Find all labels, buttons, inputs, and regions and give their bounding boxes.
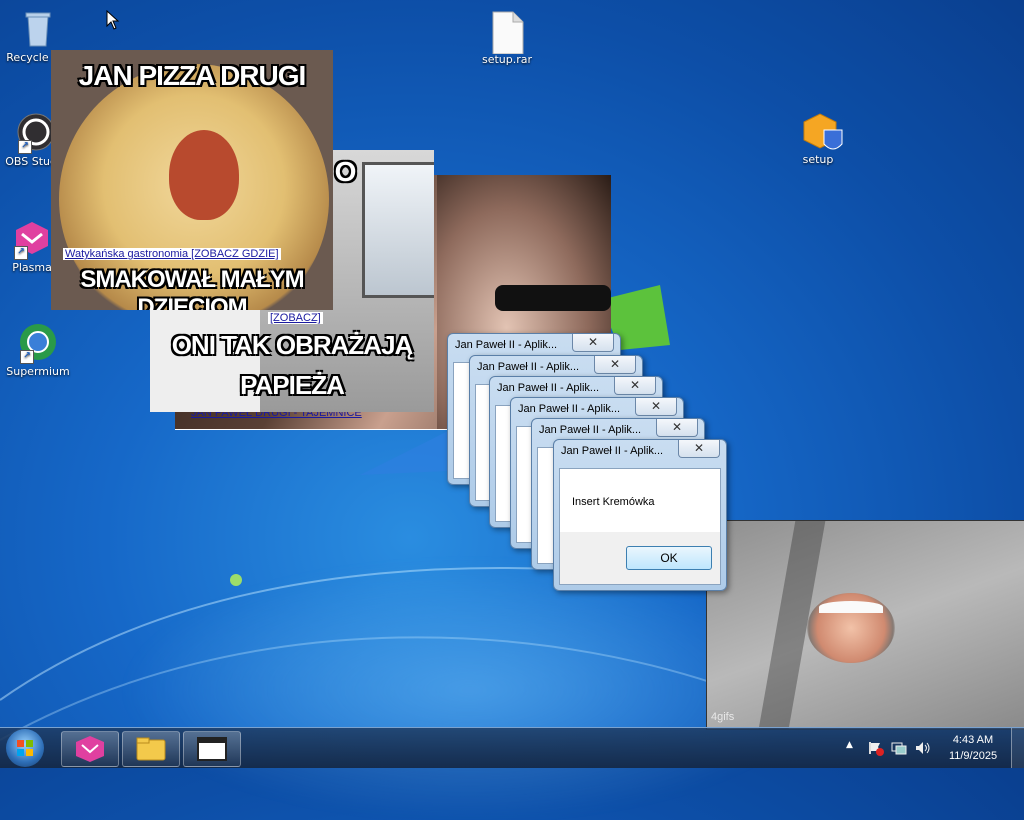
message-box-footer: OK — [560, 532, 720, 584]
message-text: Insert Kremówka — [572, 496, 655, 508]
close-button[interactable]: ✕ — [656, 419, 698, 437]
message-box-title: Jan Paweł II - Aplik... — [477, 361, 580, 373]
obs-icon: ↗ — [16, 112, 56, 154]
meme-pizza-top-text: JAN PIZZA DRUGI — [78, 60, 307, 91]
taskbar-plasma-button[interactable] — [61, 731, 119, 767]
folder-icon — [136, 737, 166, 761]
meme-pizza-bottom-text: SMAKOWAŁ MAŁYM DZIECIOM — [80, 266, 304, 310]
taskbar-explorer-button[interactable] — [122, 731, 180, 767]
windows-logo-icon — [17, 740, 33, 756]
plasma-icon: ↗ — [12, 218, 52, 260]
tray-overflow-arrow[interactable]: ▲ — [846, 740, 853, 750]
close-icon: ✕ — [609, 357, 621, 371]
shortcut-arrow-icon: ↗ — [20, 350, 34, 364]
meme-window-gif[interactable]: 4gifs — [706, 520, 1024, 730]
clock[interactable]: 4:43 AM 11/9/2025 — [944, 732, 1002, 764]
setup-exe-file[interactable]: setup — [782, 110, 854, 166]
installer-shield-icon — [798, 110, 843, 150]
plasma-icon — [76, 736, 104, 762]
show-desktop-button[interactable] — [1011, 728, 1024, 768]
mouse-cursor-icon — [106, 10, 120, 30]
close-button[interactable]: ✕ — [594, 356, 636, 374]
file-icon — [487, 10, 527, 55]
message-box-front[interactable]: Jan Paweł II - Aplik... ✕ Insert Kremówk… — [553, 439, 727, 591]
meme-window-pizza[interactable]: JAN PIZZA DRUGI Watykańska gastronomia [… — [51, 50, 333, 310]
taskbar-window-button[interactable] — [183, 731, 241, 767]
computer-monitor-image — [362, 162, 434, 298]
setup-rar-label: setup.rar — [481, 53, 533, 66]
meme-computer-link[interactable]: [ZOBACZ] — [268, 312, 323, 324]
setup-label: setup — [802, 153, 834, 166]
start-button[interactable] — [6, 729, 44, 767]
message-box-title: Jan Paweł II - Aplik... — [539, 424, 642, 436]
message-box-title: Jan Paweł II - Aplik... — [497, 382, 600, 394]
supermium-shortcut[interactable]: ↗ Supermium — [2, 322, 74, 378]
close-button[interactable]: ✕ — [614, 377, 656, 395]
close-icon: ✕ — [671, 420, 683, 434]
supermium-label: Supermium — [6, 365, 70, 378]
taskbar: ▲ 4:43 AM 11/9/2025 — [0, 727, 1024, 768]
meme-pizza-link[interactable]: Watykańska gastronomia [ZOBACZ GDZIE] — [63, 248, 281, 260]
message-box-title: Jan Paweł II - Aplik... — [561, 445, 664, 457]
meme-computer-corner-text: O — [334, 156, 357, 187]
clock-time: 4:43 AM — [952, 734, 994, 746]
close-button[interactable]: ✕ — [635, 398, 677, 416]
meme-dark-garment — [495, 285, 611, 311]
setup-rar-file[interactable]: setup.rar — [471, 10, 543, 66]
recycle-bin-icon — [18, 8, 58, 48]
gif-watermark: 4gifs — [711, 711, 735, 723]
plasma-label: Plasma — [12, 261, 52, 274]
message-box-body: Insert Kremówka OK — [559, 468, 721, 585]
close-button[interactable]: ✕ — [678, 440, 720, 458]
network-icon[interactable] — [891, 740, 907, 756]
gif-cap — [819, 601, 883, 613]
close-icon: ✕ — [587, 335, 599, 349]
close-button[interactable]: ✕ — [572, 334, 614, 352]
message-box-title: Jan Paweł II - Aplik... — [455, 339, 558, 351]
meme-computer-line1: ONI TAK OBRAŻAJĄ — [171, 330, 414, 360]
close-icon: ✕ — [650, 399, 662, 413]
supermium-icon: ↗ — [18, 322, 58, 364]
meme-computer-line2: PAPIEŻA — [240, 370, 345, 400]
message-box-title: Jan Paweł II - Aplik... — [518, 403, 621, 415]
shortcut-arrow-icon: ↗ — [14, 246, 28, 260]
volume-icon[interactable] — [914, 740, 932, 756]
close-icon: ✕ — [629, 378, 641, 392]
pizza-face — [169, 130, 239, 220]
action-center-flag-icon[interactable] — [868, 740, 884, 756]
close-icon: ✕ — [693, 441, 705, 455]
ok-button[interactable]: OK — [626, 546, 712, 570]
shortcut-arrow-icon: ↗ — [18, 140, 32, 154]
clock-date: 11/9/2025 — [948, 750, 998, 762]
window-icon — [197, 737, 227, 761]
